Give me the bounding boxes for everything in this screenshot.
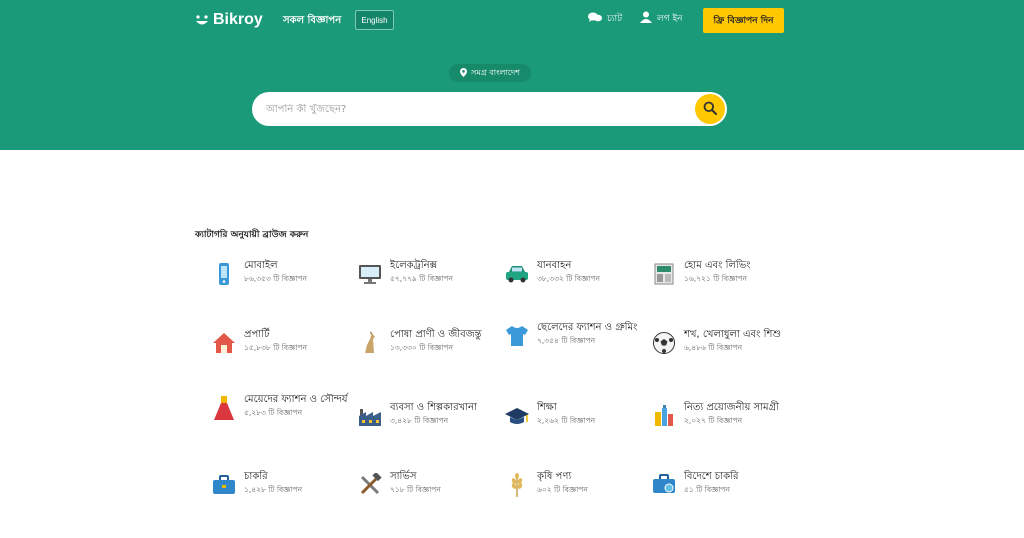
category-count: ৫১ টি বিজ্ঞাপন bbox=[684, 485, 730, 494]
category-name: শখ, খেলাধুলা এবং শিশু bbox=[684, 329, 781, 340]
category-vehicles[interactable]: যানবাহন ৩৮,৩৩২ টি বিজ্ঞাপন bbox=[503, 258, 600, 288]
category-name: মেয়েদের ফ্যাশন ও সৌন্দর্য bbox=[244, 394, 348, 405]
login-link[interactable]: লগ ইন bbox=[640, 11, 683, 26]
category-name: ব্যবসা ও শিল্পকারখানা bbox=[390, 402, 477, 413]
category-pets[interactable]: পোষা প্রাণী ও জীবজন্তু ১৩,৩৩০ টি বিজ্ঞাপ… bbox=[356, 327, 482, 357]
category-electronics[interactable]: ইলেকট্রনিক্স ৫৭,৭৭৯ টি বিজ্ঞাপন bbox=[356, 258, 453, 288]
logo-smile-icon bbox=[195, 13, 209, 27]
category-count: ৫,২৮৩ টি বিজ্ঞাপন bbox=[244, 408, 303, 417]
tshirt-icon bbox=[503, 322, 531, 350]
category-count: ৭,৩৫৪ টি বিজ্ঞাপন bbox=[537, 336, 596, 345]
user-icon bbox=[640, 11, 652, 26]
category-count: ৮৬,৩৫৩ টি বিজ্ঞাপন bbox=[244, 274, 307, 283]
location-selector[interactable]: সমগ্র বাংলাদেশ bbox=[449, 64, 531, 82]
search-input[interactable] bbox=[266, 103, 686, 115]
post-ad-button[interactable]: ফ্রি বিজ্ঞাপন দিন bbox=[703, 8, 784, 33]
category-count: ১৫,৮৩৮ টি বিজ্ঞাপন bbox=[244, 343, 307, 352]
tools-icon bbox=[356, 471, 384, 499]
category-count: ৩,৪২৮ টি বিজ্ঞাপন bbox=[390, 416, 449, 425]
category-name: প্রপার্টি bbox=[244, 329, 270, 340]
graduation-cap-icon bbox=[503, 402, 531, 430]
search-bar bbox=[252, 92, 727, 126]
category-count: ১৩,৩৩০ টি বিজ্ঞাপন bbox=[390, 343, 453, 352]
category-name: ছেলেদের ফ্যাশন ও গ্রুমিং bbox=[537, 322, 638, 333]
factory-icon bbox=[356, 402, 384, 430]
home-living-icon bbox=[650, 260, 678, 288]
briefcase-icon bbox=[210, 471, 238, 499]
chat-icon bbox=[588, 12, 602, 26]
header-bar: Bikroy সকল বিজ্ঞাপন English চ্যাট লগ ইন … bbox=[0, 0, 1024, 150]
category-count: ২,২৬২ টি বিজ্ঞাপন bbox=[537, 416, 596, 425]
search-button[interactable] bbox=[695, 94, 725, 124]
category-name: পোষা প্রাণী ও জীবজন্তু bbox=[390, 329, 482, 340]
language-button[interactable]: English bbox=[355, 10, 394, 30]
category-count: ৫৭,৭৭৯ টি বিজ্ঞাপন bbox=[390, 274, 453, 283]
category-name: সার্ভিস bbox=[390, 471, 417, 482]
all-ads-link[interactable]: সকল বিজ্ঞাপন bbox=[283, 13, 341, 30]
grocery-icon bbox=[650, 402, 678, 430]
house-icon bbox=[210, 329, 238, 357]
monitor-icon bbox=[356, 260, 384, 288]
category-womens-fashion[interactable]: মেয়েদের ফ্যাশন ও সৌন্দর্য ৫,২৮৩ টি বিজ্… bbox=[210, 392, 348, 422]
category-count: ৬,৪৮৬ টি বিজ্ঞাপন bbox=[684, 343, 743, 352]
category-services[interactable]: সার্ভিস ৭১৮ টি বিজ্ঞাপন bbox=[356, 469, 441, 499]
category-hobbies[interactable]: শখ, খেলাধুলা এবং শিশু ৬,৪৮৬ টি বিজ্ঞাপন bbox=[650, 327, 781, 357]
category-property[interactable]: প্রপার্টি ১৫,৮৩৮ টি বিজ্ঞাপন bbox=[210, 327, 307, 357]
category-agriculture[interactable]: কৃষি পণ্য ৬০২ টি বিজ্ঞাপন bbox=[503, 469, 588, 499]
category-business[interactable]: ব্যবসা ও শিল্পকারখানা ৩,৪২৮ টি বিজ্ঞাপন bbox=[356, 400, 477, 430]
category-name: শিক্ষা bbox=[537, 402, 557, 413]
wheat-icon bbox=[503, 471, 531, 499]
mobile-phone-icon bbox=[210, 260, 238, 288]
logo-text: Bikroy bbox=[213, 11, 263, 28]
football-icon bbox=[650, 329, 678, 357]
category-name: যানবাহন bbox=[537, 260, 572, 271]
dress-icon bbox=[210, 394, 238, 422]
logo[interactable]: Bikroy bbox=[195, 10, 263, 30]
category-mens-fashion[interactable]: ছেলেদের ফ্যাশন ও গ্রুমিং ৭,৩৫৪ টি বিজ্ঞা… bbox=[503, 320, 637, 350]
category-name: ইলেকট্রনিক্স bbox=[390, 260, 437, 271]
overseas-job-icon bbox=[650, 471, 678, 499]
category-name: কৃষি পণ্য bbox=[537, 471, 572, 482]
category-jobs[interactable]: চাকরি ১,৪২৮ টি বিজ্ঞাপন bbox=[210, 469, 302, 499]
search-icon bbox=[703, 100, 717, 119]
category-count: ২,০২৭ টি বিজ্ঞাপন bbox=[684, 416, 743, 425]
category-count: ৩৮,৩৩২ টি বিজ্ঞাপন bbox=[537, 274, 600, 283]
category-education[interactable]: শিক্ষা ২,২৬২ টি বিজ্ঞাপন bbox=[503, 400, 595, 430]
category-count: ৭১৮ টি বিজ্ঞাপন bbox=[390, 485, 441, 494]
chat-link[interactable]: চ্যাট bbox=[588, 11, 622, 26]
category-overseas-jobs[interactable]: বিদেশে চাকরি ৫১ টি বিজ্ঞাপন bbox=[650, 469, 738, 499]
category-name: হোম এবং লিভিং bbox=[684, 260, 751, 271]
category-essentials[interactable]: নিত্য প্রয়োজনীয় সামগ্রী ২,০২৭ টি বিজ্ঞ… bbox=[650, 400, 779, 430]
category-name: মোবাইল bbox=[244, 260, 278, 271]
category-name: বিদেশে চাকরি bbox=[684, 471, 739, 482]
category-count: ১৬,৭২১ টি বিজ্ঞাপন bbox=[684, 274, 747, 283]
login-label: লগ ইন bbox=[657, 14, 683, 24]
category-count: ১,৪২৮ টি বিজ্ঞাপন bbox=[244, 485, 303, 494]
categories-title: ক্যাটাগরি অনুযায়ী ব্রাউজ করুন bbox=[195, 230, 309, 240]
category-mobile[interactable]: মোবাইল ৮৬,৩৫৩ টি বিজ্ঞাপন bbox=[210, 258, 307, 288]
location-label: সমগ্র বাংলাদেশ bbox=[471, 67, 520, 77]
category-count: ৬০২ টি বিজ্ঞাপন bbox=[537, 485, 588, 494]
category-name: নিত্য প্রয়োজনীয় সামগ্রী bbox=[684, 402, 779, 413]
category-home-living[interactable]: হোম এবং লিভিং ১৬,৭২১ টি বিজ্ঞাপন bbox=[650, 258, 751, 288]
pet-icon bbox=[356, 329, 384, 357]
location-pin-icon bbox=[460, 67, 468, 79]
chat-label: চ্যাট bbox=[607, 14, 622, 24]
category-name: চাকরি bbox=[244, 471, 268, 482]
car-icon bbox=[503, 260, 531, 288]
